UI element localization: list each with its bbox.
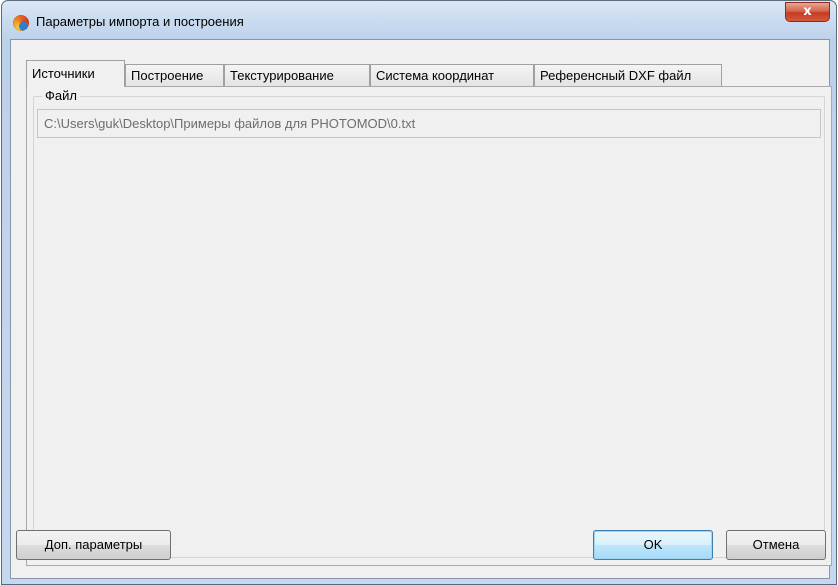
close-button[interactable]: x [785,2,830,22]
tab-texturing[interactable]: Текстурирование [224,64,370,86]
tab-panel-sources: Файл C:\Users\guk\Desktop\Примеры файлов… [26,86,832,566]
tab-coordinate-system[interactable]: Система координат [370,64,534,86]
tab-construction[interactable]: Построение [125,64,224,86]
close-icon: x [803,4,812,19]
ok-button[interactable]: OK [593,530,713,560]
dialog-window: Параметры импорта и построения x Источни… [1,0,837,585]
tab-reference-dxf[interactable]: Референсный DXF файл [534,64,722,86]
file-group: Файл C:\Users\guk\Desktop\Примеры файлов… [33,88,825,558]
cancel-button[interactable]: Отмена [726,530,826,560]
app-icon [13,15,29,31]
file-group-label: Файл [42,88,80,103]
file-path-field[interactable]: C:\Users\guk\Desktop\Примеры файлов для … [37,109,821,138]
tab-sources[interactable]: Источники [26,60,125,87]
dialog-client-area: Источники Построение Текстурирование Сис… [10,39,832,579]
title-bar[interactable]: Параметры импорта и построения x [2,1,836,39]
extra-params-button[interactable]: Доп. параметры [16,530,171,560]
window-title: Параметры импорта и построения [36,14,244,29]
